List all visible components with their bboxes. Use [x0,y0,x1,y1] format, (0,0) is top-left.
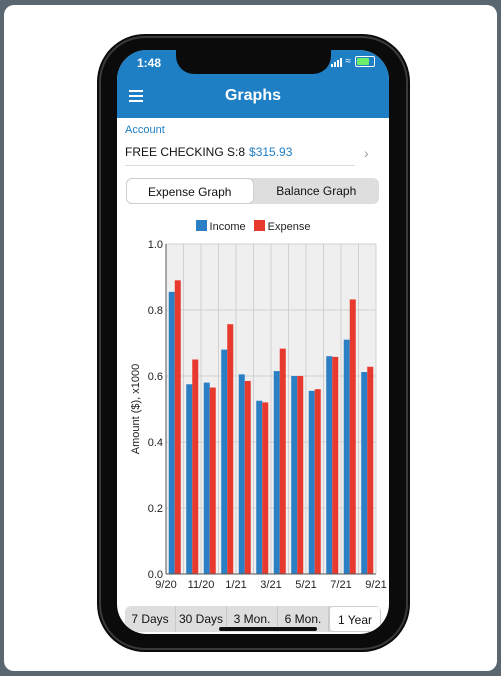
x-tick-label: 7/21 [330,579,351,591]
range-1-year-button[interactable]: 1 Year [329,606,381,632]
bar-expense [174,280,181,574]
bar-income [291,376,298,574]
bar-expense [349,299,356,574]
bar-expense [262,402,269,574]
x-tick-label: 3/21 [260,579,281,591]
bar-income [221,349,228,574]
y-tick-label: 1.0 [148,239,163,251]
bar-income [203,382,210,574]
x-tick-label: 1/21 [225,579,246,591]
x-tick-label: 11/20 [188,579,215,591]
bar-income [256,400,263,574]
bar-income [308,390,315,574]
bar-expense [279,348,286,574]
bar-expense [244,380,251,574]
bar-expense [297,376,304,574]
bar-income [361,372,368,574]
x-tick-label: 9/21 [365,579,386,591]
bar-expense [192,359,199,574]
y-tick-label: 0.2 [148,503,163,515]
y-tick-label: 0.8 [148,305,163,317]
range-7-days-button[interactable]: 7 Days [125,606,176,632]
expense-chart: 0.00.20.40.60.81.09/20 11/20 1/21 3/21 5/21 7… [130,239,387,591]
bar-expense [314,389,321,574]
x-tick-label: 5/21 [295,579,316,591]
bar-income [326,356,333,574]
bar-expense [227,324,234,574]
y-axis-label: Amount ($), x1000 [130,364,142,455]
bar-expense [367,366,374,574]
bar-income [273,371,280,574]
phone-screen: 1:48 ≈ Graphs Account FREE CHECKING S:8 $… [117,50,389,634]
y-tick-label: 0.4 [148,437,163,449]
phone-notch [176,50,331,74]
home-indicator [219,627,317,631]
bar-income [238,374,245,574]
bar-expense [332,356,339,574]
y-tick-label: 0.6 [148,371,163,383]
x-tick-label: 9/20 [155,579,176,591]
bar-income [343,339,350,574]
bar-expense [209,387,216,574]
bar-income [186,384,193,574]
bar-income [168,291,175,574]
